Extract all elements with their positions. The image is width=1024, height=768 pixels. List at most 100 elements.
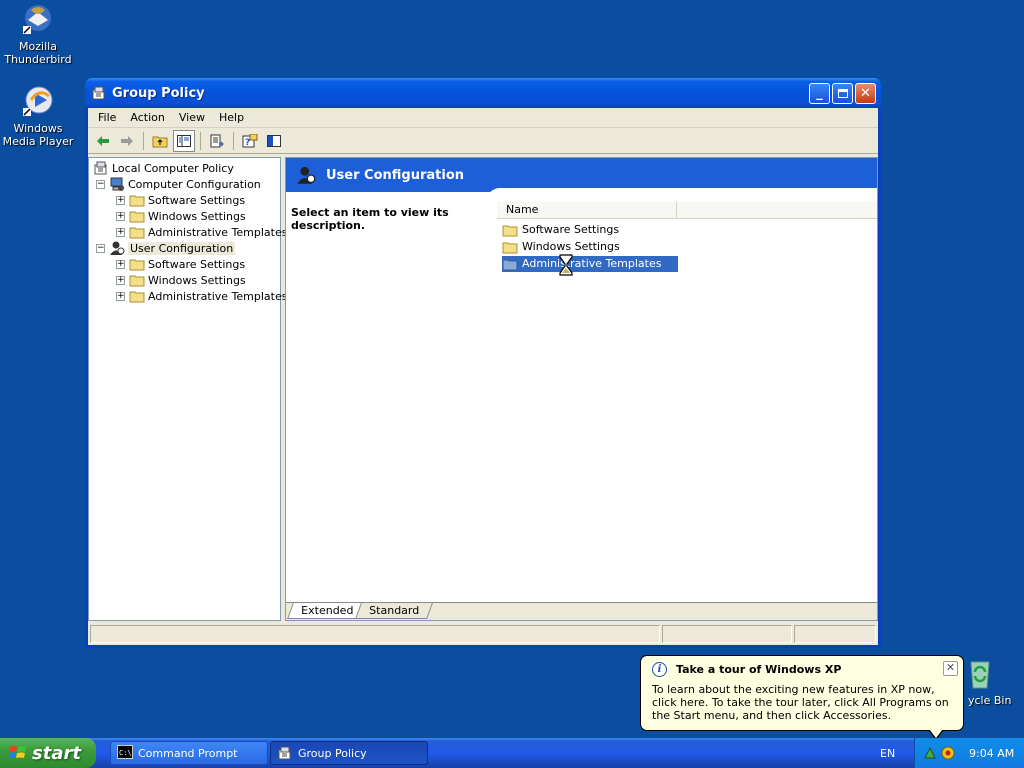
- list-item-windows-settings[interactable]: Windows Settings: [502, 239, 678, 255]
- balloon-title: Take a tour of Windows XP: [676, 663, 842, 676]
- tree-item-windows-settings[interactable]: + Windows Settings: [116, 208, 246, 224]
- show-hide-tree-button[interactable]: [173, 129, 195, 152]
- list-item-label: Windows Settings: [522, 240, 620, 253]
- close-icon: ✕: [945, 661, 956, 674]
- hourglass-cursor-icon: [559, 254, 573, 279]
- taskbar-button-group-policy[interactable]: Group Policy: [270, 741, 428, 765]
- start-button[interactable]: start: [0, 738, 96, 768]
- tree-item-software-settings[interactable]: + Software Settings: [116, 256, 245, 272]
- toolbar-separator: [200, 131, 201, 150]
- tree-item-software-settings[interactable]: + Software Settings: [116, 192, 245, 208]
- console-content: Local Computer Policy − Computer Configu…: [88, 157, 878, 621]
- task-label: Group Policy: [298, 746, 367, 760]
- toolbar-separator: [233, 131, 234, 150]
- tree-item-computer-configuration[interactable]: − Computer Configuration: [96, 176, 261, 192]
- up-one-level-button[interactable]: [149, 130, 171, 152]
- status-cell: [794, 625, 876, 643]
- expand-icon[interactable]: +: [116, 259, 125, 269]
- collapse-icon[interactable]: −: [96, 243, 105, 253]
- column-header-name[interactable]: Name: [497, 202, 677, 218]
- recycle-bin-icon: [963, 656, 997, 690]
- minimize-button[interactable]: _: [809, 82, 830, 104]
- collapse-icon[interactable]: −: [96, 179, 105, 189]
- tree-item-label: Windows Settings: [148, 209, 246, 223]
- network-icon[interactable]: [923, 746, 937, 760]
- tree-item-administrative-templates[interactable]: + Administrative Templates: [116, 224, 288, 240]
- user-icon: [296, 165, 316, 185]
- close-icon: ✕: [860, 85, 871, 101]
- back-arrow-icon: [97, 135, 109, 146]
- user-icon: [109, 240, 125, 256]
- tree-item-label: Local Computer Policy: [112, 161, 234, 175]
- list-item-software-settings[interactable]: Software Settings: [502, 222, 678, 238]
- desktop-icon-windows-media-player[interactable]: Windows Media Player: [0, 84, 78, 148]
- expand-icon[interactable]: +: [116, 195, 125, 205]
- menu-bar: File Action View Help: [88, 108, 878, 128]
- folder-icon: [129, 208, 145, 224]
- clock[interactable]: 9:04 AM: [969, 747, 1014, 760]
- folder-icon: [129, 288, 145, 304]
- status-cell: [90, 625, 660, 643]
- list-item-label: Administrative Templates: [521, 257, 663, 271]
- pane-title: User Configuration: [326, 167, 465, 183]
- tree-item-local-computer-policy[interactable]: Local Computer Policy: [93, 160, 234, 176]
- balloon-tip[interactable]: i Take a tour of Windows XP ✕ To learn a…: [640, 655, 964, 731]
- help-button[interactable]: ?: [239, 130, 261, 152]
- help-icon: ?: [242, 133, 258, 148]
- list-item-administrative-templates[interactable]: Administrative Templates: [502, 256, 678, 272]
- status-bar: [88, 623, 878, 645]
- status-cell: [662, 625, 792, 643]
- folder-icon: [129, 256, 145, 272]
- system-tray: 9:04 AM: [914, 738, 1024, 768]
- tab-standard[interactable]: Standard: [355, 603, 434, 619]
- desktop-icon-thunderbird[interactable]: Mozilla Thunderbird: [0, 2, 78, 66]
- menu-help[interactable]: Help: [212, 111, 251, 124]
- list-header: Name: [497, 202, 877, 219]
- title-bar[interactable]: Group Policy _ ✕: [85, 78, 881, 108]
- window-title: Group Policy: [112, 85, 205, 101]
- folder-icon: [129, 224, 145, 240]
- svg-text:?: ?: [245, 138, 250, 148]
- folder-icon: [502, 222, 518, 238]
- tree-item-label: Software Settings: [148, 193, 246, 207]
- desktop-icon-label: ycle Bin: [968, 694, 1012, 707]
- list-item-label: Software Settings: [522, 223, 620, 236]
- details-pane: User Configuration Select an item to vie…: [285, 157, 878, 621]
- desktop-icon-label: Mozilla Thunderbird: [4, 40, 72, 66]
- expand-icon[interactable]: +: [116, 211, 125, 221]
- pane-header: User Configuration: [286, 158, 877, 192]
- tree-item-label: User Configuration: [128, 241, 236, 255]
- close-button[interactable]: ✕: [855, 82, 876, 104]
- export-list-button[interactable]: [206, 130, 228, 152]
- menu-file[interactable]: File: [91, 111, 123, 124]
- expand-icon[interactable]: +: [116, 227, 125, 237]
- balloon-close-button[interactable]: ✕: [943, 661, 958, 676]
- forward-button[interactable]: [116, 130, 138, 152]
- balloon-tail: [929, 729, 943, 738]
- security-center-icon[interactable]: [941, 746, 955, 760]
- export-list-icon: [210, 134, 224, 147]
- taskbar-button-command-prompt[interactable]: C:\ Command Prompt: [110, 741, 268, 765]
- tree-item-administrative-templates[interactable]: + Administrative Templates: [116, 288, 288, 304]
- command-prompt-icon: C:\: [117, 745, 133, 761]
- menu-view[interactable]: View: [172, 111, 212, 124]
- show-hide-action-pane-button[interactable]: [263, 130, 285, 152]
- windows-logo-icon: [8, 743, 28, 763]
- tree-item-user-configuration[interactable]: − User Configuration: [96, 240, 236, 256]
- computer-icon: [109, 176, 125, 192]
- expand-icon[interactable]: +: [116, 291, 125, 301]
- maximize-button[interactable]: [832, 82, 853, 104]
- up-folder-icon: [152, 136, 168, 147]
- back-button[interactable]: [92, 130, 114, 152]
- tree-item-windows-settings[interactable]: + Windows Settings: [116, 272, 246, 288]
- console-tree: Local Computer Policy − Computer Configu…: [88, 157, 288, 621]
- folder-icon: [129, 272, 145, 288]
- tree-item-label: Windows Settings: [148, 273, 246, 287]
- language-indicator[interactable]: EN: [880, 747, 895, 760]
- tree-item-label: Computer Configuration: [128, 177, 261, 191]
- folder-icon: [129, 192, 145, 208]
- expand-icon[interactable]: +: [116, 275, 125, 285]
- start-label: start: [32, 742, 81, 764]
- menu-action[interactable]: Action: [123, 111, 171, 124]
- balloon-text: To learn about the exciting new features…: [652, 683, 949, 722]
